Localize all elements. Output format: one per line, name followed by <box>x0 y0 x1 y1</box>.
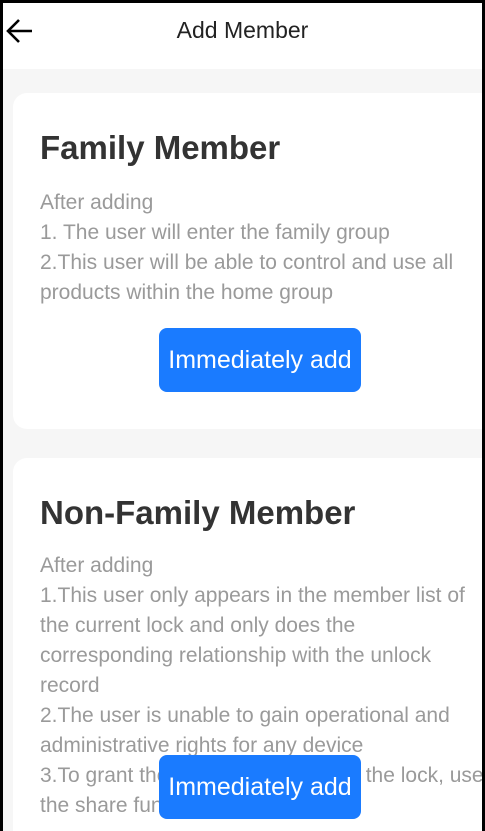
description-line: 2.This user will be able to control and … <box>40 251 454 304</box>
family-member-description: After adding 1. The user will enter the … <box>40 188 482 308</box>
description-line: 1. The user will enter the family group <box>40 221 390 244</box>
description-line: 2.The user is unable to gain operational… <box>40 704 450 757</box>
description-line: After adding <box>40 554 154 577</box>
description-line: 1.This user only appears in the member l… <box>40 584 465 697</box>
header-bar: Add Member <box>3 3 482 69</box>
family-member-heading: Family Member <box>40 129 281 166</box>
non-family-member-heading: Non-Family Member <box>40 494 356 531</box>
app-frame: Add Member Family Member After adding 1.… <box>0 0 485 831</box>
page-title: Add Member <box>176 17 309 43</box>
add-family-member-button[interactable]: Immediately add <box>159 328 361 392</box>
add-non-family-member-button[interactable]: Immediately add <box>159 755 361 819</box>
description-line: After adding <box>40 191 154 214</box>
